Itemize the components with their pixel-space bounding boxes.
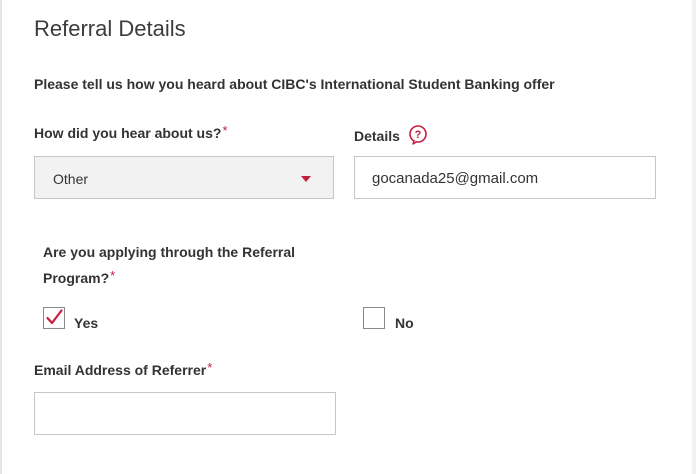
referrer-email-label-text: Email Address of Referrer bbox=[34, 362, 207, 378]
referral-program-question-text: Are you applying through the Referral Pr… bbox=[43, 244, 296, 286]
help-icon[interactable]: ? bbox=[408, 125, 428, 145]
referrer-email-input[interactable] bbox=[34, 392, 336, 435]
heard-about-label-text: How did you hear about us? bbox=[34, 125, 222, 141]
heard-about-label: How did you hear about us?* bbox=[34, 123, 228, 141]
section-title: Referral Details bbox=[34, 16, 186, 41]
yes-option-label[interactable]: Yes bbox=[74, 315, 98, 331]
svg-text:?: ? bbox=[414, 129, 421, 141]
details-label-text: Details bbox=[354, 128, 400, 144]
chevron-down-icon bbox=[301, 176, 311, 182]
scrollbar-track[interactable] bbox=[692, 0, 696, 474]
referrer-email-label: Email Address of Referrer* bbox=[34, 360, 213, 378]
heard-about-selected-value: Other bbox=[53, 171, 89, 187]
required-mark: * bbox=[207, 360, 213, 375]
details-label: Details ? bbox=[354, 125, 428, 145]
left-border bbox=[0, 0, 2, 474]
required-mark: * bbox=[222, 123, 228, 138]
heard-about-select[interactable]: Other bbox=[34, 156, 334, 199]
section-lead-text: Please tell us how you heard about CIBC'… bbox=[34, 76, 555, 92]
no-checkbox[interactable] bbox=[363, 307, 385, 329]
check-icon bbox=[46, 309, 63, 325]
details-input[interactable]: gocanada25@gmail.com bbox=[354, 156, 656, 199]
details-input-value: gocanada25@gmail.com bbox=[372, 170, 539, 187]
no-option-label[interactable]: No bbox=[395, 315, 414, 331]
referral-program-question: Are you applying through the Referral Pr… bbox=[43, 239, 343, 292]
required-mark: * bbox=[110, 268, 116, 283]
yes-checkbox[interactable] bbox=[43, 307, 65, 329]
